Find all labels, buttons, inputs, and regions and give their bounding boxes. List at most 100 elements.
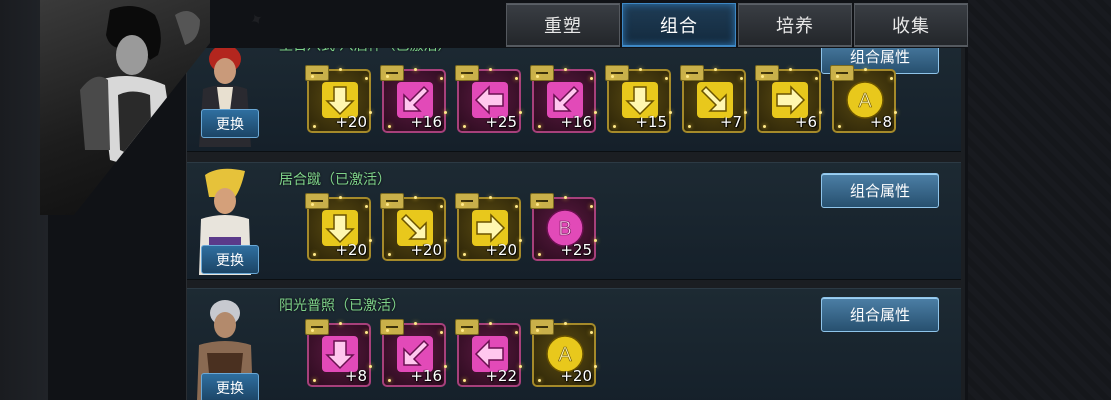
sparkle [461,75,464,78]
move-value: +6 [794,113,817,131]
move-value: +16 [410,113,442,131]
move-slot[interactable]: +22 [455,319,522,387]
combo-list-panel[interactable]: 更换 里百八式·八酒杯（已激活） 组合属性 +20 +16 +25 +16 +15 +7 +6 A+… [186,48,965,400]
sparkle [538,253,541,256]
move-slot[interactable]: +8 [305,319,372,387]
combo-name: 居合蹴（已激活） [279,172,391,188]
sparkle [369,111,372,114]
sparkle [864,68,867,71]
sparkle [489,322,492,325]
sparkle [489,196,492,199]
move-slot[interactable]: +16 [530,65,597,133]
move-sequence: +20 +20 +20 B +25 [305,193,597,261]
sparkle [590,205,593,208]
sparkle [386,329,389,332]
sparkle [714,68,717,71]
combo-name: 里百八式·八酒杯（已激活） [279,48,451,55]
move-slot[interactable]: +20 [305,193,372,261]
sparkle [613,125,616,128]
move-slot[interactable]: +20 [380,193,447,261]
move-slot[interactable]: +16 [380,319,447,387]
sparkle [388,379,391,382]
move-slot[interactable]: +15 [605,65,672,133]
sparkle [564,68,567,71]
sparkle [414,196,417,199]
move-sequence: +8 +16 +22 A +20 [305,319,597,387]
sparkle [740,77,743,80]
move-value: +20 [335,113,367,131]
combo-attributes-button[interactable]: 组合属性 [821,173,939,208]
combo-attributes-button[interactable]: 组合属性 [821,297,939,332]
sparkle [463,379,466,382]
move-slot[interactable]: +7 [680,65,747,133]
tab-collect[interactable]: 收集 [854,3,968,47]
move-slot[interactable]: A +8 [830,65,897,133]
sparkle [611,75,614,78]
move-slot[interactable]: +6 [755,65,822,133]
tab-train[interactable]: 培养 [738,3,852,47]
sparkle [463,253,466,256]
swap-button[interactable]: 更换 [201,109,259,138]
tab-combo[interactable]: 组合 [622,3,736,47]
sparkle [388,125,391,128]
tab-bar: 重塑 组合 培养 收集 [506,3,968,47]
tab-reshape[interactable]: 重塑 [506,3,620,47]
move-value: +20 [485,241,517,259]
move-slot[interactable]: +25 [455,65,522,133]
sparkle [819,111,822,114]
move-value: +20 [410,241,442,259]
sparkle [414,322,417,325]
move-slot[interactable]: B +25 [530,193,597,261]
sparkle [444,111,447,114]
move-slot[interactable]: +16 [380,65,447,133]
sparkle [536,203,539,206]
move-slot[interactable]: +20 [455,193,522,261]
sparkle [313,379,316,382]
background-right [968,0,1111,400]
move-value: +16 [560,113,592,131]
sparkle [894,111,897,114]
move-slot[interactable]: A +20 [530,319,597,387]
sparkle [311,203,314,206]
sparkle [789,68,792,71]
sparkle [594,365,597,368]
swap-button[interactable]: 更换 [201,245,259,274]
swap-button[interactable]: 更换 [201,373,259,400]
sparkle [538,125,541,128]
move-value: +15 [635,113,667,131]
sparkle [564,322,567,325]
sparkle [761,75,764,78]
combo-row: 更换里百八式·八酒杯（已激活）组合属性+20+16+25+16+15+7+6A+… [187,48,961,152]
sparkle [890,77,893,80]
sparkle [515,331,518,334]
move-slot[interactable]: +20 [305,65,372,133]
move-value: +25 [560,241,592,259]
move-value: +8 [344,367,367,385]
sparkle [594,111,597,114]
sparkle [313,253,316,256]
sparkle [313,125,316,128]
sparkle [414,68,417,71]
move-sequence: +20 +16 +25 +16 +15 +7 +6 A +8 [305,65,897,133]
sparkle [686,75,689,78]
sparkle [838,125,841,128]
sparkle [444,365,447,368]
move-value: +25 [485,113,517,131]
sparkle [763,125,766,128]
move-value: +22 [485,367,517,385]
sparkle [365,77,368,80]
sparkle [639,68,642,71]
sparkle [515,77,518,80]
sparkle [688,125,691,128]
sparkle [519,365,522,368]
sparkle [515,205,518,208]
sparkle [836,75,839,78]
move-value: +16 [410,367,442,385]
sparkle [339,322,342,325]
sparkle [339,68,342,71]
sparkle [564,196,567,199]
sparkle [365,205,368,208]
sparkle [489,68,492,71]
sparkle [519,239,522,242]
sparkle [590,331,593,334]
